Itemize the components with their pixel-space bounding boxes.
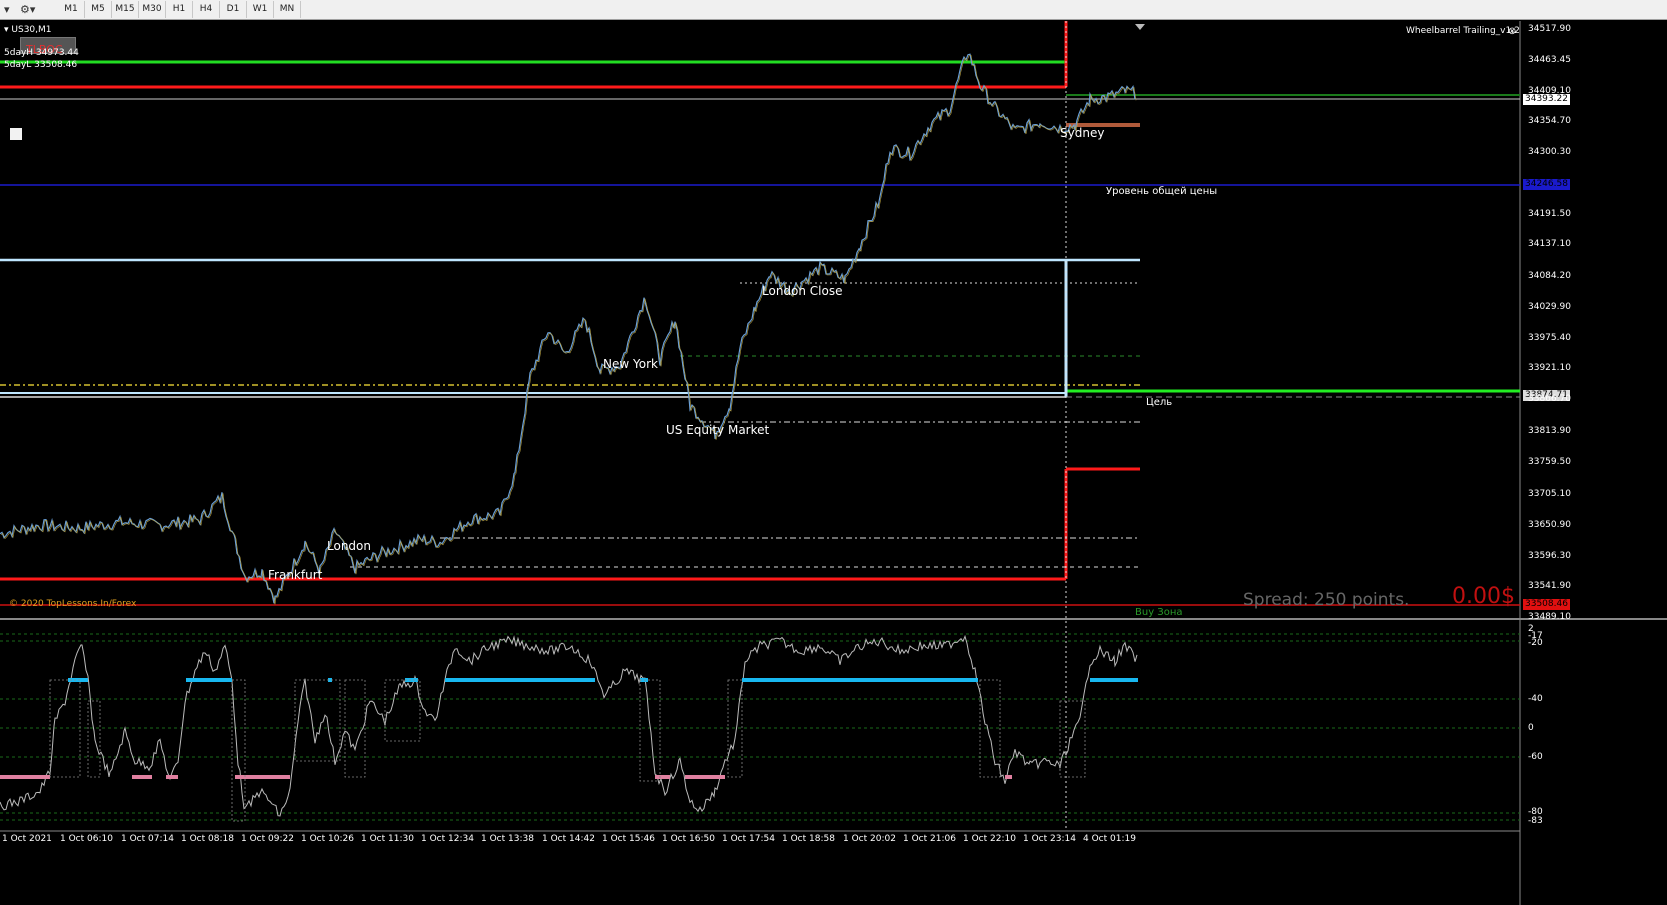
price-axis-label: 33541.90: [1528, 581, 1571, 591]
common-price-tag: 34246.58: [1523, 179, 1570, 190]
time-axis-label: 1 Oct 14:42: [542, 834, 595, 844]
osc-axis-label: -83: [1528, 816, 1543, 826]
tf-m1-button[interactable]: M1: [58, 1, 85, 18]
tf-w1-button[interactable]: W1: [247, 1, 274, 18]
price-axis-label: 33596.30: [1528, 551, 1571, 561]
price-axis-label: 33759.50: [1528, 457, 1571, 467]
osc-zone-box: [87, 700, 101, 778]
price-axis-label: 34137.10: [1528, 239, 1571, 249]
price-axis-label: 33813.90: [1528, 426, 1571, 436]
price-axis-label: 33921.10: [1528, 363, 1571, 373]
toolbar: ▾ ⚙▾ M1 M5 M15 M30 H1 H4 D1 W1 MN: [0, 0, 1667, 20]
buy-zone-label: Buy Зона: [1135, 607, 1183, 618]
time-axis-label: 1 Oct 12:34: [421, 834, 474, 844]
time-axis-label: 1 Oct 09:22: [241, 834, 294, 844]
time-axis-label: 1 Oct 17:54: [722, 834, 775, 844]
new-york-label: New York: [603, 357, 658, 371]
time-axis-label: 1 Oct 23:14: [1023, 834, 1076, 844]
osc-axis-label: -20: [1528, 638, 1543, 648]
copyright-label: © 2020 TopLessons.In/Forex: [9, 599, 137, 609]
price-axis-label: 34354.70: [1528, 116, 1571, 126]
five-day-high-label: 5dayH 34973.44: [4, 48, 79, 58]
price-axis-label: 33975.40: [1528, 333, 1571, 343]
price-axis-label: 34084.20: [1528, 271, 1571, 281]
symbol-label: ▾ US30,M1: [4, 25, 52, 35]
price-axis-label: 34409.10: [1528, 86, 1571, 96]
price-axis-label: 33650.90: [1528, 520, 1571, 530]
profit-label: 0.00$: [1452, 584, 1515, 609]
london-label: London: [327, 539, 371, 553]
time-axis-label: 1 Oct 2021: [2, 834, 52, 844]
tf-m30-button[interactable]: M30: [139, 1, 166, 18]
time-axis-label: 1 Oct 11:30: [361, 834, 414, 844]
time-axis-label: 1 Oct 15:46: [602, 834, 655, 844]
chart-window[interactable]: ▾ US30,M1 TLBOC 5dayH 34973.44 5dayL 335…: [0, 21, 1667, 905]
price-axis-label: 34463.45: [1528, 55, 1571, 65]
price-axis-label: 34517.90: [1528, 24, 1571, 34]
indicator-close-icon[interactable]: ⊗: [1508, 26, 1516, 37]
us-equity-label: US Equity Market: [666, 423, 770, 437]
common-price-label: Уровень общей цены: [1106, 186, 1218, 197]
frankfurt-label: Frankfurt: [268, 568, 323, 582]
five-day-low-tag: 33508.46: [1523, 599, 1570, 610]
price-axis-label: 34029.90: [1528, 302, 1571, 312]
price-axis-label: 34191.50: [1528, 209, 1571, 219]
price-axis-label: 33705.10: [1528, 489, 1571, 499]
time-axis-label: 1 Oct 20:02: [843, 834, 896, 844]
time-axis-label: 1 Oct 10:26: [301, 834, 354, 844]
time-axis-label: 1 Oct 18:58: [782, 834, 835, 844]
shift-marker-icon[interactable]: [1135, 24, 1145, 30]
oscillator-line: [0, 634, 1138, 817]
spread-label: Spread: 250 points.: [1243, 590, 1410, 610]
tf-m15-button[interactable]: M15: [112, 1, 139, 18]
time-axis-label: 1 Oct 07:14: [121, 834, 174, 844]
time-axis-label: 1 Oct 21:06: [903, 834, 956, 844]
symbol-text: US30,M1: [11, 25, 52, 35]
white-square-icon[interactable]: [10, 128, 22, 140]
osc-zone-box: [639, 679, 661, 782]
tf-h1-button[interactable]: H1: [166, 1, 193, 18]
five-day-low-label: 5dayL 33508.46: [4, 60, 78, 70]
osc-axis-label: -40: [1528, 694, 1543, 704]
timeframe-bar: M1 M5 M15 M30 H1 H4 D1 W1 MN: [58, 1, 301, 19]
target-label: Цель: [1146, 397, 1173, 408]
oscillator-series: [0, 634, 1138, 817]
london-close-label: London Close: [762, 284, 843, 298]
sydney-label: Sydney: [1060, 126, 1105, 140]
osc-axis-label: -60: [1528, 752, 1543, 762]
price-chart[interactable]: [0, 21, 1667, 905]
time-axis-label: 1 Oct 16:50: [662, 834, 715, 844]
time-axis-label: 1 Oct 13:38: [481, 834, 534, 844]
price-series: [0, 53, 1137, 605]
dropdown-icon[interactable]: ▾: [4, 2, 10, 18]
price-axis-label: 33489.10: [1528, 612, 1571, 622]
tf-m5-button[interactable]: M5: [85, 1, 112, 18]
osc-axis-label: 0: [1528, 723, 1534, 733]
time-axis-label: 1 Oct 06:10: [60, 834, 113, 844]
price-axis-label: 33866.70: [1528, 394, 1571, 404]
price-line: [0, 53, 1136, 604]
time-axis-label: 1 Oct 22:10: [963, 834, 1016, 844]
oscillator-signal-bars: [0, 678, 1138, 822]
tf-mn-button[interactable]: MN: [274, 1, 301, 18]
time-axis-label: 4 Oct 01:19: [1083, 834, 1136, 844]
tf-h4-button[interactable]: H4: [193, 1, 220, 18]
tools-icon[interactable]: ⚙▾: [20, 2, 35, 18]
time-axis-label: 1 Oct 08:18: [181, 834, 234, 844]
indicator-name: Wheelbarrel Trailing_v1.2: [1406, 26, 1520, 36]
tf-d1-button[interactable]: D1: [220, 1, 247, 18]
price-axis-label: 34300.30: [1528, 147, 1571, 157]
